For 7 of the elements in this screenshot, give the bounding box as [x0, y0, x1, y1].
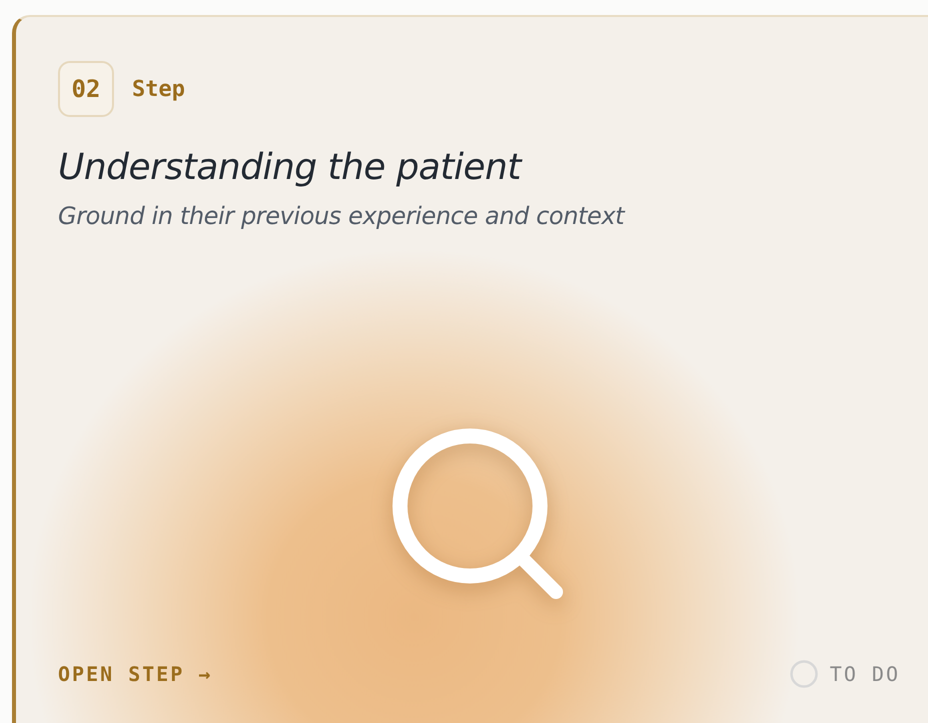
step-number: 02	[58, 61, 114, 117]
status-label: TO DO	[830, 662, 900, 686]
step-title: Understanding the patient	[58, 147, 524, 188]
step-label: Step	[132, 76, 185, 102]
open-step-button[interactable]: OPEN STEP →	[58, 662, 212, 686]
status-checkbox[interactable]	[790, 660, 818, 688]
step-subtitle: Ground in their previous experience and context	[58, 202, 626, 230]
